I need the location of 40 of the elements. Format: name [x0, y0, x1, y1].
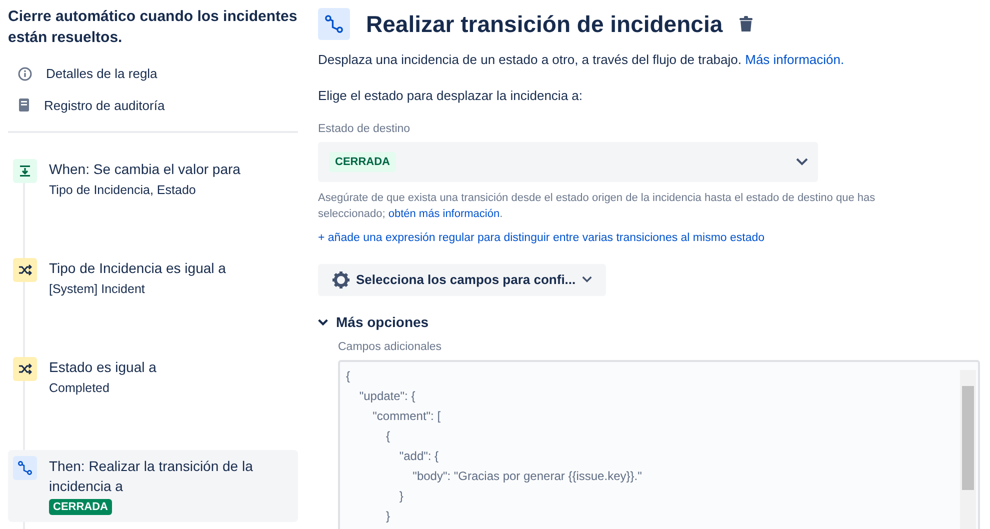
- description-text: Desplaza una incidencia de un estado a otro, a través del flujo de trabajo. Más información.: [318, 51, 846, 69]
- trigger-icon: [13, 159, 37, 183]
- rule-step[interactable]: Estado es igual a Completed: [8, 351, 298, 450]
- rule-step[interactable]: Tipo de Incidencia es igual a [System] Incident: [8, 252, 298, 351]
- status-lozenge: CERRADA: [49, 499, 112, 515]
- panel-title: Realizar transición de incidencia: [366, 10, 723, 39]
- step-detail: [System] Incident: [49, 281, 146, 298]
- more-options-toggle[interactable]: Más opciones: [318, 312, 980, 332]
- chevron-down-icon: [582, 276, 592, 283]
- status-select[interactable]: CERRADA: [318, 142, 818, 182]
- sidebar-link[interactable]: Detalles de la regla: [46, 64, 158, 84]
- info-icon: [18, 66, 32, 81]
- shuffle-icon: [13, 258, 37, 282]
- prompt-text: Elige el estado para desplazar la incidencia a:: [318, 86, 584, 105]
- transition-icon: [13, 456, 37, 480]
- status-lozenge: CERRADA: [329, 152, 396, 172]
- rule-step[interactable]: Then: Realizar la transición de la incidencia a CERRADA: [8, 450, 298, 522]
- more-info-link[interactable]: Más información.: [745, 52, 844, 67]
- transition-icon: [318, 8, 350, 40]
- field-label: Campos adicionales: [338, 340, 443, 354]
- step-title: Estado es igual a: [49, 358, 156, 377]
- field-select-button[interactable]: Selecciona los campos para confi...: [318, 264, 606, 296]
- settings-icon: [332, 270, 350, 288]
- help-text: Asegúrate de que exista una transición desde el estado origen de la incidencia hasta el estado de destino que has seleccionado; obtén más información.: [318, 191, 876, 222]
- step-detail: Tipo de Incidencia, Estado: [49, 182, 197, 199]
- chevron-down-icon: [796, 158, 808, 166]
- delete-icon[interactable]: [738, 16, 753, 32]
- step-title: Then: Realizar la transición de la incidencia a: [49, 457, 254, 496]
- rule-title: Cierre automático cuando los incidentes están resueltos.: [8, 7, 298, 48]
- document-icon: [18, 98, 30, 112]
- more-info-link[interactable]: obtén más información: [388, 208, 500, 220]
- field-label: Estado de destino: [318, 122, 412, 137]
- chevron-down-icon: [318, 318, 328, 326]
- shuffle-icon: [13, 357, 37, 381]
- step-title: Tipo de Incidencia es igual a: [49, 259, 226, 278]
- rule-step[interactable]: When: Se cambia el valor para Tipo de Incidencia, Estado: [8, 153, 298, 252]
- step-detail: Completed: [49, 380, 110, 397]
- regex-link[interactable]: + añade una expresión regular para distinguir entre varias transiciones al mismo estado: [318, 230, 765, 248]
- step-title: When: Se cambia el valor para: [49, 160, 240, 179]
- sidebar-link[interactable]: Registro de auditoría: [44, 96, 165, 115]
